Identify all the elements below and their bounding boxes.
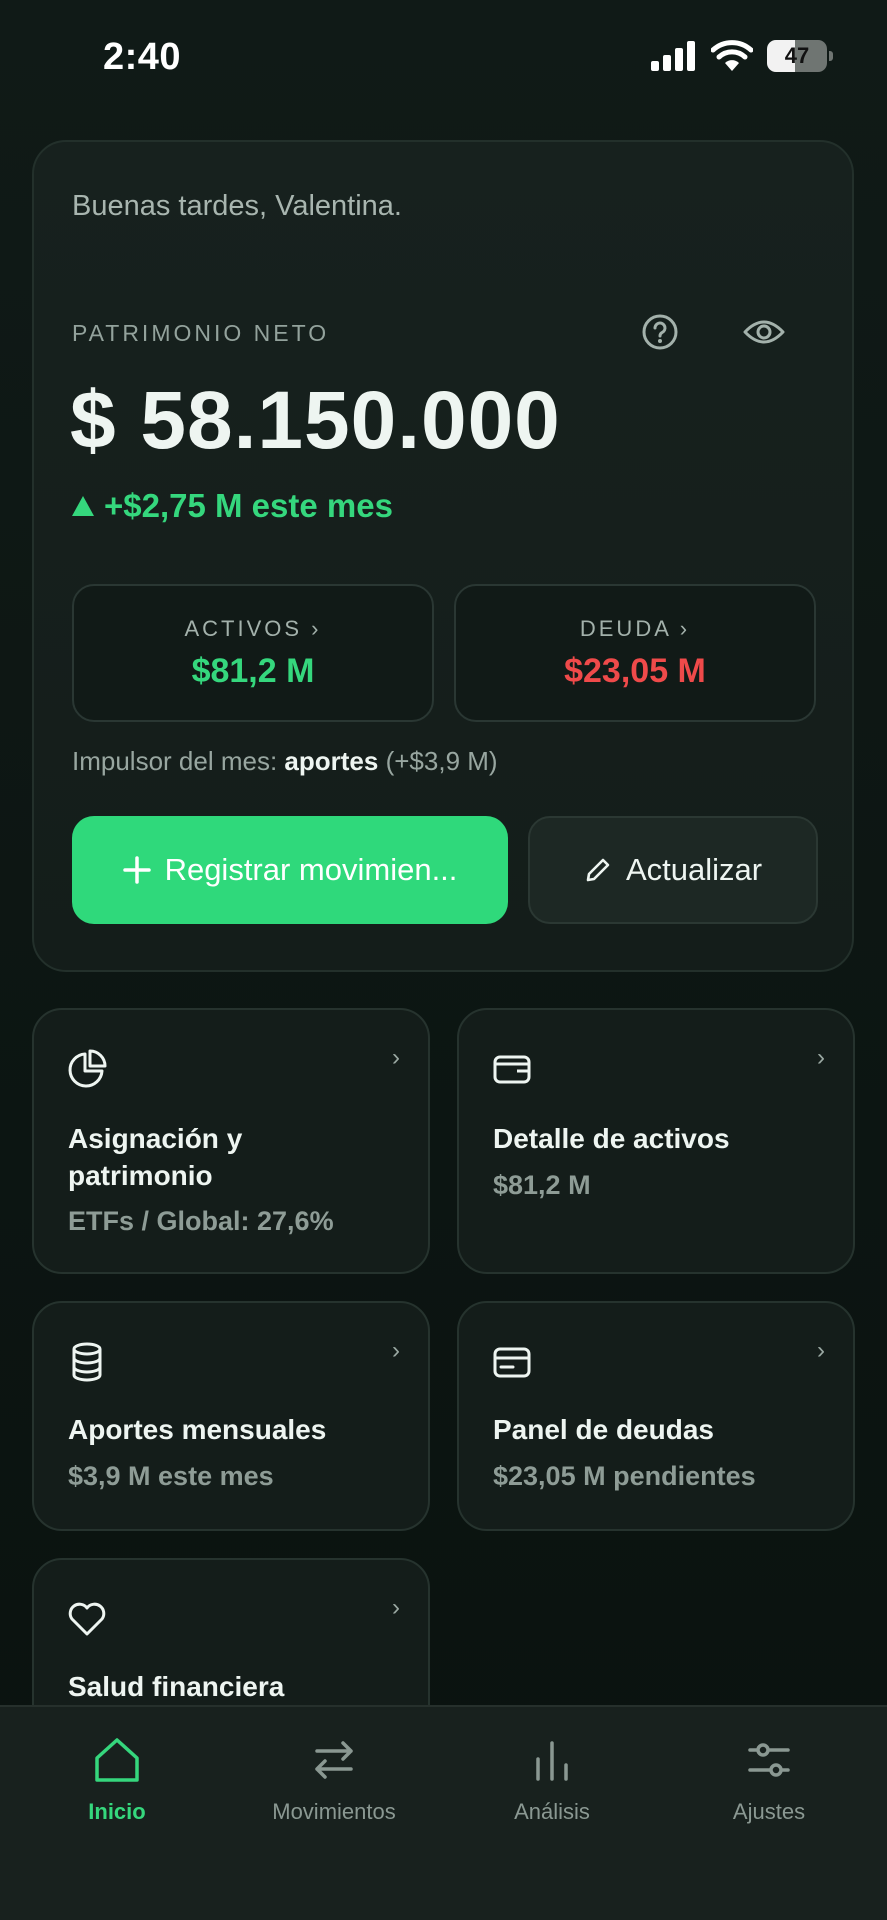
debt-box[interactable]: DEUDA › $23,05 M xyxy=(454,584,816,722)
signal-icon xyxy=(651,41,695,71)
nav-item-home[interactable]: Inicio xyxy=(17,1735,217,1825)
tile-financial-health-title: Salud financiera xyxy=(68,1671,285,1702)
home-icon xyxy=(95,1738,139,1782)
chevron-right-icon: › xyxy=(392,1337,400,1364)
tile-allocation-title-line1: Asignación y xyxy=(68,1123,243,1154)
chevron-right-icon: › xyxy=(392,1594,400,1621)
tile-asset-detail-subtitle: $81,2 M xyxy=(493,1170,591,1200)
debt-value: $23,05 M xyxy=(564,651,706,690)
assets-box[interactable]: ACTIVOS › $81,2 M xyxy=(72,584,434,722)
monthly-change: +$2,75 M este mes xyxy=(72,487,393,525)
nav-label-analysis: Análisis xyxy=(514,1799,590,1824)
month-driver: Impulsor del mes: aportes (+$3,9 M) xyxy=(72,746,498,777)
pencil-icon xyxy=(586,858,610,882)
credit-card-icon xyxy=(493,1347,531,1378)
tile-allocation-title-line2: patrimonio xyxy=(68,1160,213,1191)
battery-level: 47 xyxy=(784,43,810,68)
tile-debt-panel-title: Panel de deudas xyxy=(493,1414,714,1445)
assets-label: ACTIVOS › xyxy=(184,615,322,641)
chevron-right-icon: › xyxy=(817,1044,825,1071)
wifi-icon xyxy=(711,40,753,71)
tile-monthly-contributions[interactable]: › Aportes mensuales $3,9 M este mes xyxy=(32,1301,430,1531)
nav-label-movements: Movimientos xyxy=(272,1799,396,1824)
driver-prefix: Impulsor del mes: xyxy=(72,746,278,776)
bottom-nav: Inicio Movimientos Análisis Ajustes xyxy=(0,1705,887,1920)
greeting: Buenas tardes, Valentina. xyxy=(72,190,402,222)
chevron-right-icon: › xyxy=(817,1337,825,1364)
battery-icon: 47 xyxy=(767,40,833,72)
tile-allocation-subtitle: ETFs / Global: 27,6% xyxy=(68,1206,334,1236)
tile-debt-panel-subtitle: $23,05 M pendientes xyxy=(493,1461,756,1491)
nav-item-analysis[interactable]: Análisis xyxy=(452,1735,652,1825)
sliders-icon xyxy=(748,1743,790,1777)
assets-value: $81,2 M xyxy=(191,651,315,690)
transfer-icon xyxy=(315,1741,353,1779)
status-bar: 2:40 47 xyxy=(0,0,887,120)
net-worth-label: PATRIMONIO NETO xyxy=(72,320,330,346)
pie-chart-icon xyxy=(68,1049,107,1088)
update-button[interactable]: Actualizar xyxy=(528,816,818,924)
status-icons: 47 xyxy=(651,40,833,72)
nav-item-movements[interactable]: Movimientos xyxy=(234,1735,434,1825)
arrow-up-icon xyxy=(72,496,94,516)
tile-monthly-contributions-subtitle: $3,9 M este mes xyxy=(68,1461,274,1491)
tile-allocation[interactable]: › Asignación y patrimonio ETFs / Global:… xyxy=(32,1008,430,1274)
register-movement-button[interactable]: Registrar movimien... xyxy=(72,816,508,924)
nav-item-settings[interactable]: Ajustes xyxy=(669,1735,869,1825)
eye-icon[interactable] xyxy=(742,314,786,350)
tile-allocation-title: Asignación y patrimonio xyxy=(68,1120,242,1194)
plus-icon xyxy=(122,856,151,884)
bar-chart-icon xyxy=(536,1741,568,1781)
tile-monthly-contributions-title: Aportes mensuales xyxy=(68,1414,327,1445)
driver-name: aportes xyxy=(284,746,379,776)
help-icon[interactable] xyxy=(640,312,680,352)
tile-debt-panel[interactable]: › Panel de deudas $23,05 M pendientes xyxy=(457,1301,855,1531)
update-label: Actualizar xyxy=(625,852,763,887)
chevron-right-icon: › xyxy=(392,1044,400,1071)
nav-label-home: Inicio xyxy=(88,1799,146,1824)
tile-asset-detail[interactable]: › Detalle de activos $81,2 M xyxy=(457,1008,855,1274)
tile-asset-detail-title: Detalle de activos xyxy=(493,1123,730,1154)
driver-amount: (+$3,9 M) xyxy=(385,746,498,776)
status-time: 2:40 xyxy=(103,36,182,78)
database-icon xyxy=(72,1342,102,1382)
heart-icon xyxy=(68,1602,106,1636)
wallet-icon xyxy=(493,1055,531,1084)
net-worth-card: Buenas tardes, Valentina. PATRIMONIO NET… xyxy=(32,140,854,972)
register-movement-label: Registrar movimien... xyxy=(164,852,458,887)
nav-label-settings: Ajustes xyxy=(732,1799,806,1824)
monthly-change-text: +$2,75 M este mes xyxy=(104,487,393,524)
net-worth-value: $ 58.150.000 xyxy=(70,375,561,466)
debt-label: DEUDA › xyxy=(579,615,691,641)
